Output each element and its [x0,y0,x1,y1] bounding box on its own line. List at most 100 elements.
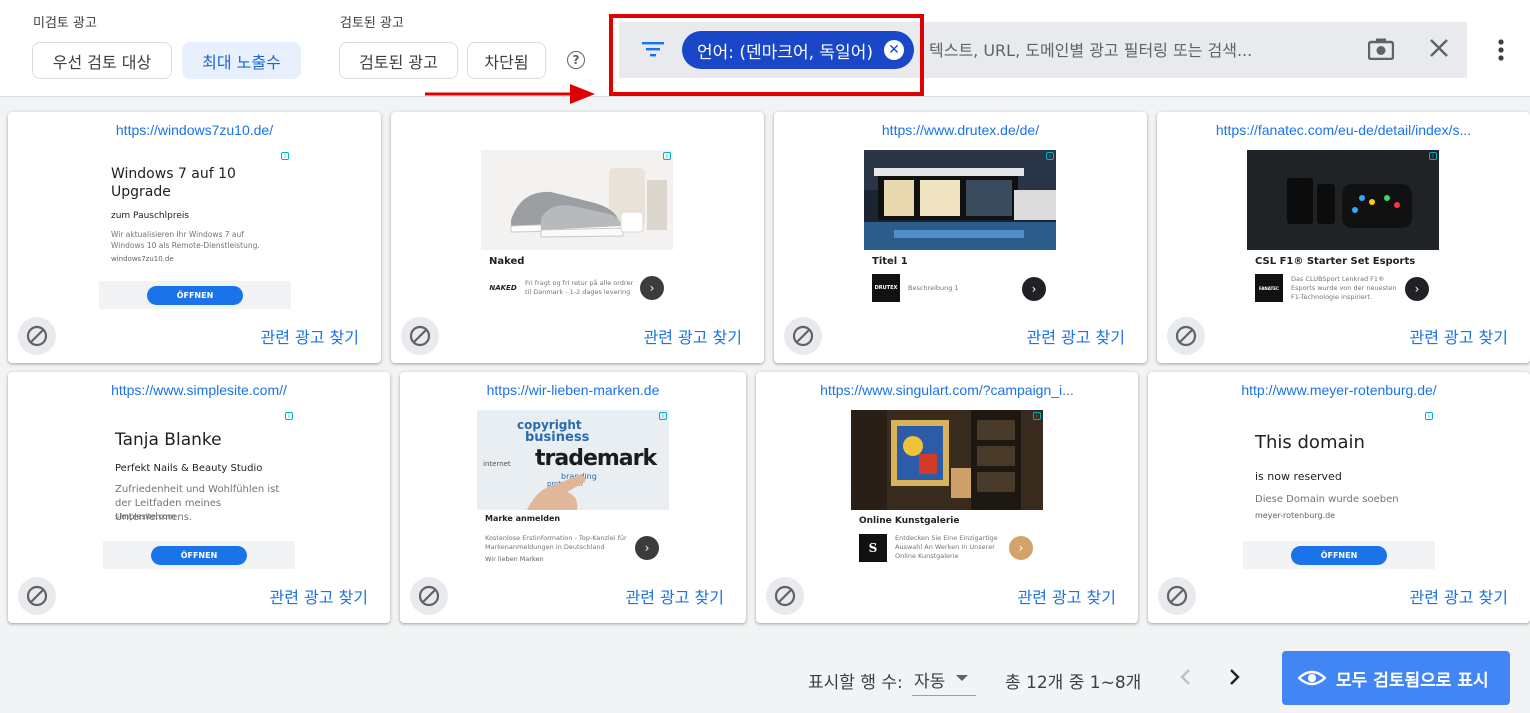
ad-description: Wir aktualisieren Ihr Windows 7 auf Wind… [111,230,260,250]
block-icon [1175,325,1197,347]
ad-footer: ÖFFNEN [99,281,291,309]
ad-search-input[interactable] [929,34,1349,66]
ad-card[interactable]: https://fanatec.com/eu-de/detail/index/s… [1157,112,1530,363]
find-related-ads-link[interactable]: 관련 광고 찾기 [644,324,743,348]
block-ad-button[interactable] [1167,317,1205,355]
open-button[interactable]: ÖFFNEN [147,286,243,305]
ad-url[interactable]: https://wir-lieben-marken.de [410,382,736,398]
block-ad-button[interactable] [401,317,439,355]
ad-card[interactable]: https://windows7zu10.de/ i Windows 7 auf… [8,112,381,363]
reviewed-ads-chip[interactable]: 검토된 광고 [339,42,458,79]
ad-domain: simplesite.com [115,512,176,521]
ad-image-sneaker [481,150,673,250]
camera-icon[interactable] [1368,38,1394,60]
chevron-right-icon[interactable] [1226,668,1242,686]
ad-info-icon[interactable]: i [285,412,293,420]
find-related-ads-link[interactable]: 관련 광고 찾기 [1410,584,1509,608]
ad-domain: windows7zu10.de [111,255,174,263]
ad-card[interactable]: https://wir-lieben-marken.de copyright b… [400,372,746,623]
ad-url[interactable]: https://windows7zu10.de/ [18,122,371,138]
image-word: business [525,430,590,445]
close-icon[interactable] [1429,38,1449,58]
block-ad-button[interactable] [18,577,56,615]
ad-title: Marke anmelden [485,514,561,523]
ad-description: Diese Domain wurde soeben [1255,494,1399,505]
ad-creative[interactable]: copyright business trademark branding in… [477,410,669,569]
ad-info-icon[interactable]: i [663,152,671,160]
find-related-ads-link[interactable]: 관련 광고 찾기 [270,584,369,608]
block-ad-button[interactable] [410,577,448,615]
find-related-ads-link[interactable]: 관련 광고 찾기 [261,324,360,348]
image-word: internet [483,460,511,468]
ad-info-icon[interactable]: i [1033,412,1041,420]
more-vert-icon[interactable] [1497,38,1505,62]
ad-url[interactable]: https://www.simplesite.com// [18,382,380,398]
block-ad-button[interactable] [1158,577,1196,615]
find-related-ads-link[interactable]: 관련 광고 찾기 [1410,324,1509,348]
ad-creative[interactable]: i Windows 7 auf 10 Upgrade zum Pauschlpr… [99,150,291,309]
ad-info-icon[interactable]: i [281,152,289,160]
chevron-right-icon[interactable]: › [640,276,664,300]
ad-card[interactable]: https://www.drutex.de/de/ i Titel 1 DRUT… [774,112,1147,363]
chevron-right-icon[interactable]: › [1405,277,1429,301]
chevron-right-icon[interactable]: › [1009,536,1033,560]
blocked-chip[interactable]: 차단됨 [467,42,546,79]
ad-card[interactable]: https://www.simplesite.com// i Tanja Bla… [8,372,390,623]
ad-creative[interactable]: i Naked NAKED Fri fragt og fri retur på … [481,150,673,309]
eye-icon [1298,670,1326,686]
ad-footer: ÖFFNEN [1243,541,1435,569]
ad-creative[interactable]: i Tanja Blanke Perfekt Nails & Beauty St… [103,410,295,569]
ad-description: Das CLUBSport Lenkrad F1® Esports wurde … [1291,275,1397,301]
open-button[interactable]: ÖFFNEN [1291,546,1387,565]
ad-logo: FANATEC [1255,274,1283,302]
chevron-right-icon[interactable]: › [1022,277,1046,301]
ad-description: Fri fragt og fri retur på alle ordrer ti… [525,279,634,296]
ad-domain: meyer-rotenburg.de [1255,511,1336,520]
find-related-ads-link[interactable]: 관련 광고 찾기 [626,584,725,608]
ad-card[interactable]: i Naked NAKED Fri fragt og fri retur på … [391,112,764,363]
ad-info-icon[interactable]: i [1429,152,1437,160]
find-related-ads-link[interactable]: 관련 광고 찾기 [1018,584,1117,608]
chevron-left-icon[interactable] [1178,668,1194,686]
block-ad-button[interactable] [18,317,56,355]
ad-title: Tanja Blanke [115,430,222,450]
ad-subtitle: zum Pauschlpreis [111,211,190,221]
block-icon [792,325,814,347]
open-button[interactable]: ÖFFNEN [151,546,247,565]
ad-logo: NAKED [489,284,517,292]
ad-subtitle: Perfekt Nails & Beauty Studio [115,463,263,474]
ad-creative[interactable]: i Titel 1 DRUTEX Beschreibung 1 › [864,150,1056,309]
ad-subtitle: is now reserved [1255,470,1342,483]
ad-domain: Wir lieben Marken [485,555,544,563]
ad-title: Windows 7 auf 10 Upgrade [111,166,236,200]
max-impressions-chip[interactable]: 최대 노출수 [182,42,301,79]
hand-illustration [527,475,586,510]
ad-url[interactable]: https://www.singulart.com/?campaign_i... [766,382,1128,398]
ad-info-icon[interactable]: i [1425,412,1433,420]
ad-card[interactable]: http://www.meyer-rotenburg.de/ i This do… [1148,372,1530,623]
ad-url[interactable]: https://fanatec.com/eu-de/detail/index/s… [1167,122,1520,138]
mark-all-reviewed-button[interactable]: 모두 검토됨으로 표시 [1282,651,1510,705]
ad-image-trademark: copyright business trademark branding in… [477,410,669,510]
priority-review-chip[interactable]: 우선 검토 대상 [32,42,172,79]
ad-info-icon[interactable]: i [659,412,667,420]
ad-info-icon[interactable]: i [1046,152,1054,160]
mark-all-reviewed-label: 모두 검토됨으로 표시 [1336,670,1489,691]
ad-url[interactable]: https://www.drutex.de/de/ [784,122,1137,138]
ad-creative[interactable]: i This domain is now reserved Diese Doma… [1243,410,1435,569]
block-ad-button[interactable] [784,317,822,355]
block-ad-button[interactable] [766,577,804,615]
block-icon [418,585,440,607]
ad-creative[interactable]: i CSL F1® Starter Set Esports FANATEC Da… [1247,150,1439,309]
rows-per-page-select[interactable]: 자동 [912,662,976,696]
ad-image-steering-wheel [1247,150,1439,250]
ad-creative[interactable]: i Online Kunstgalerie S Entdecken Sie Ei… [851,410,1043,572]
help-icon[interactable]: ? [567,51,585,69]
ad-url[interactable]: http://www.meyer-rotenburg.de/ [1158,382,1520,398]
find-related-ads-link[interactable]: 관련 광고 찾기 [1027,324,1126,348]
ad-footer: ÖFFNEN [103,541,295,569]
chevron-right-icon[interactable]: › [635,536,659,560]
block-icon [26,325,48,347]
block-icon [774,585,796,607]
ad-card[interactable]: https://www.singulart.com/?campaign_i...… [756,372,1138,623]
